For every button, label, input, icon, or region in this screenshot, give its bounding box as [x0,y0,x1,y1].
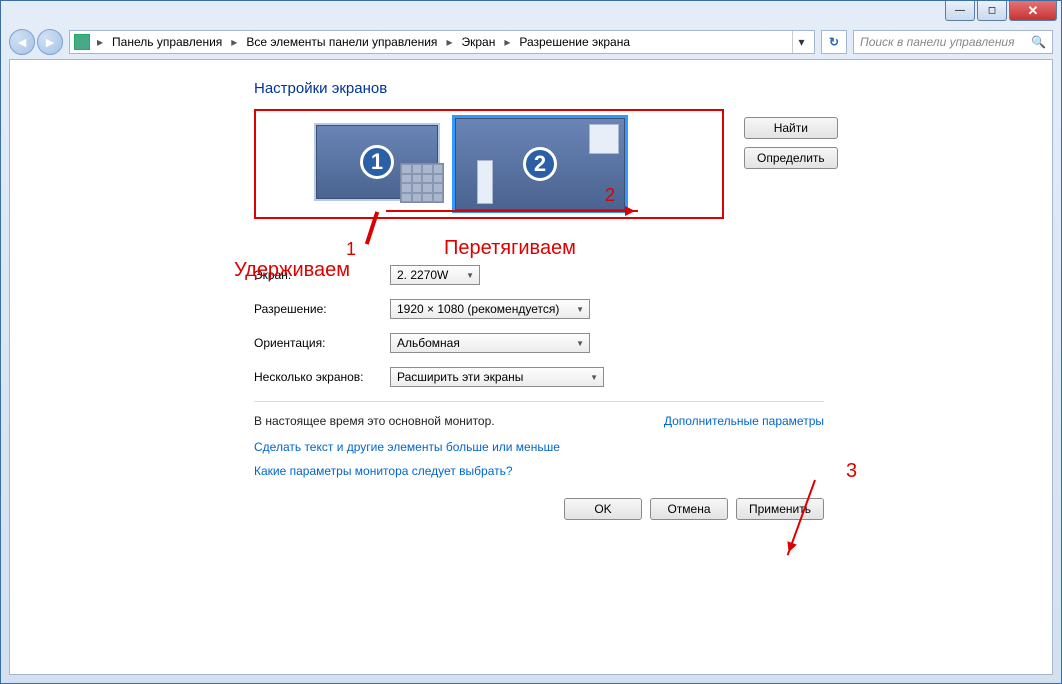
orientation-dropdown[interactable]: Альбомная [390,333,590,353]
page-title: Настройки экранов [254,80,1012,97]
monitor-2[interactable]: 2 2 [452,115,628,213]
chevron-right-icon: ▸ [501,35,513,49]
preview-buttons: Найти Определить [744,117,838,169]
content-frame: Настройки экранов 1 [9,59,1053,675]
breadcrumb[interactable]: Экран [459,35,497,49]
back-button[interactable]: ◄ [9,29,35,55]
advanced-settings-link[interactable]: Дополнительные параметры [664,414,824,428]
orientation-row: Ориентация: Альбомная [254,333,1012,353]
search-placeholder: Поиск в панели управления [860,35,1015,49]
nav-arrows: ◄ ► [9,29,63,55]
annotation-drag: Перетягиваем [444,237,576,260]
multidisplay-dropdown[interactable]: Расширить эти экраны [390,367,604,387]
identify-button[interactable]: Определить [744,147,838,169]
address-bar[interactable]: ▸ Панель управления ▸ Все элементы панел… [69,30,815,54]
monitor-preview: 1 2 2 [254,109,724,219]
navbar: ◄ ► ▸ Панель управления ▸ Все элементы п… [1,27,1061,57]
window-icon [589,124,619,154]
window-controls: — ◻ ✕ [945,1,1057,21]
ok-button[interactable]: OK [564,498,642,520]
breadcrumb[interactable]: Панель управления [110,35,224,49]
cancel-button[interactable]: Отмена [650,498,728,520]
breadcrumb[interactable]: Разрешение экрана [517,35,632,49]
search-icon: 🔍 [1031,35,1046,49]
divider [254,401,824,402]
multidisplay-label: Несколько экранов: [254,370,390,384]
chevron-right-icon: ▸ [228,35,240,49]
maximize-button[interactable]: ◻ [977,1,1007,21]
window-icon [477,160,493,204]
annotation-arrow [386,210,638,212]
annotation-hold: Удерживаем [234,259,350,282]
chevron-right-icon: ▸ [94,35,106,49]
content: Настройки экранов 1 [254,80,1012,520]
settings-form: Экран: 2. 2270W Разрешение: 1920 × 1080 … [254,265,1012,387]
monitor-1-badge: 1 [360,145,394,179]
window: — ◻ ✕ ◄ ► ▸ Панель управления ▸ Все элем… [0,0,1062,684]
resolution-row: Разрешение: 1920 × 1080 (рекомендуется) [254,299,1012,319]
search-input[interactable]: Поиск в панели управления 🔍 [853,30,1053,54]
monitor-1[interactable]: 1 [314,123,440,201]
annotation-label-1: 1 [346,239,356,260]
resolution-dropdown[interactable]: 1920 × 1080 (рекомендуется) [390,299,590,319]
which-settings-link[interactable]: Какие параметры монитора следует выбрать… [254,464,513,478]
multidisplay-row: Несколько экранов: Расширить эти экраны [254,367,1012,387]
forward-button[interactable]: ► [37,29,63,55]
apply-button[interactable]: Применить [736,498,824,520]
primary-monitor-info: В настоящее время это основной монитор. … [254,414,824,428]
address-dropdown-icon[interactable]: ▾ [792,31,810,53]
display-row: Экран: 2. 2270W [254,265,1012,285]
titlebar: — ◻ ✕ [1,1,1061,27]
minimize-button[interactable]: — [945,1,975,21]
orientation-label: Ориентация: [254,336,390,350]
primary-monitor-text: В настоящее время это основной монитор. [254,414,495,428]
calendar-icon [400,163,444,203]
annotation-label-3: 3 [846,460,857,483]
close-button[interactable]: ✕ [1009,1,1057,21]
display-dropdown[interactable]: 2. 2270W [390,265,480,285]
text-size-link[interactable]: Сделать текст и другие элементы больше и… [254,440,560,454]
find-button[interactable]: Найти [744,117,838,139]
resolution-label: Разрешение: [254,302,390,316]
annotation-label-2: 2 [605,185,615,206]
control-panel-icon [74,34,90,50]
chevron-right-icon: ▸ [443,35,455,49]
refresh-button[interactable]: ↻ [821,30,847,54]
breadcrumb[interactable]: Все элементы панели управления [244,35,439,49]
action-buttons: OK Отмена Применить [254,498,824,520]
monitor-2-badge: 2 [523,147,557,181]
